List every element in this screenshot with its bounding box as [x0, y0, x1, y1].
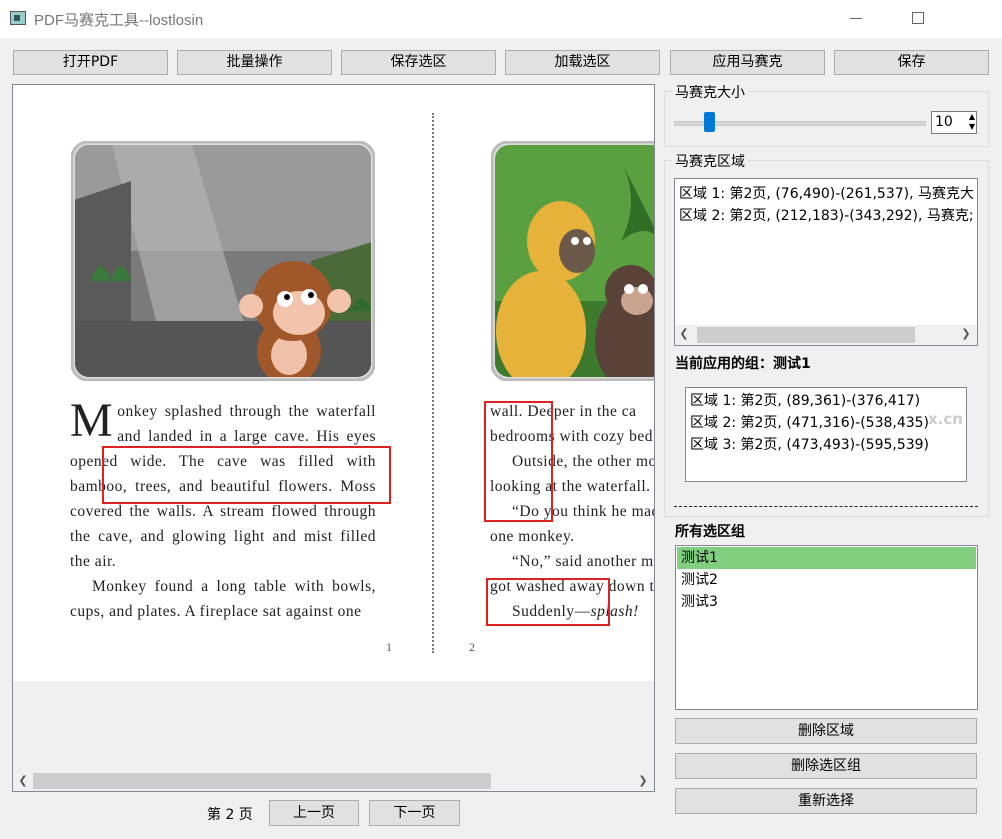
pdf-view[interactable]: Monkey splashed through the waterfall an…: [12, 84, 655, 792]
list-item: 区域 1: 第2页, (89,361)-(376,417): [690, 393, 921, 409]
scroll-right-icon[interactable]: ❯: [635, 773, 651, 789]
group-list-item[interactable]: 测试3: [677, 591, 976, 613]
horizontal-scrollbar[interactable]: ❮ ❯: [13, 771, 654, 791]
group-list-item[interactable]: 测试1: [677, 547, 976, 569]
list-item: 区域 2: 第2页, (471,316)-(538,435): [690, 415, 930, 431]
batch-operation-button[interactable]: 批量操作: [177, 50, 332, 75]
area-list-hscrollbar[interactable]: ❮ ❯: [675, 325, 977, 345]
group-list[interactable]: 测试1 测试2 测试3: [675, 545, 978, 710]
next-page-button[interactable]: 下一页: [369, 800, 460, 826]
pdf-page-spread[interactable]: Monkey splashed through the waterfall an…: [13, 85, 654, 681]
apes-illustration: [491, 141, 654, 381]
text-line: “No,” said another m: [512, 553, 654, 570]
delete-group-button[interactable]: 删除选区组: [675, 753, 977, 779]
current-group-areas: 区域 1: 第2页, (89,361)-(376,417) 区域 2: 第2页,…: [685, 387, 967, 482]
cave-monkey-illustration: [71, 141, 375, 381]
page-indicator: 第 2 页: [207, 807, 253, 823]
scrollbar-thumb[interactable]: [697, 327, 915, 343]
spin-down-icon[interactable]: ▼: [969, 122, 975, 132]
spin-up-icon[interactable]: ▲: [969, 112, 975, 122]
selection-rect-2[interactable]: [484, 401, 553, 522]
watermark: x.cn: [928, 410, 963, 428]
save-button[interactable]: 保存: [834, 50, 989, 75]
group-list-item[interactable]: 测试2: [677, 569, 976, 591]
save-selection-button[interactable]: 保存选区: [341, 50, 496, 75]
app-icon: [10, 11, 26, 25]
scrollbar-thumb[interactable]: [33, 773, 491, 789]
separator: [674, 506, 978, 507]
mosaic-size-spinbox[interactable]: 10 ▲ ▼: [931, 111, 977, 134]
list-item: 区域 3: 第2页, (473,493)-(595,539): [690, 437, 930, 453]
text-line: one monkey.: [490, 528, 575, 545]
delete-area-button[interactable]: 删除区域: [675, 718, 977, 744]
selection-rect-3[interactable]: [486, 578, 610, 626]
load-selection-button[interactable]: 加载选区: [505, 50, 660, 75]
selection-rect-1[interactable]: [102, 446, 391, 504]
scroll-right-icon[interactable]: ❯: [959, 327, 973, 340]
current-group-label: 当前应用的组：测试1: [675, 356, 811, 372]
apply-mosaic-button[interactable]: 应用马赛克: [670, 50, 825, 75]
scroll-left-icon[interactable]: ❮: [15, 773, 31, 789]
prev-page-button[interactable]: 上一页: [269, 800, 359, 826]
mosaic-size-slider-handle[interactable]: [704, 112, 715, 132]
page-number-left: 1: [386, 640, 392, 654]
left-page-text: Monkey splashed through the waterfall an…: [70, 394, 376, 621]
list-item[interactable]: 区域 1: 第2页, (76,490)-(261,537), 马赛克大: [675, 183, 977, 205]
dropcap: M: [70, 394, 114, 447]
page-number-right: 2: [469, 640, 475, 654]
maximize-icon[interactable]: [912, 12, 924, 24]
mosaic-area-label: 马赛克区域: [672, 151, 748, 171]
all-groups-label: 所有选区组: [675, 524, 745, 540]
page-divider: [432, 113, 434, 653]
window-title: PDF马赛克工具--lostlosin: [34, 12, 204, 29]
mosaic-size-label: 马赛克大小: [672, 82, 748, 102]
minimize-icon[interactable]: [850, 18, 862, 19]
mosaic-area-list[interactable]: 区域 1: 第2页, (76,490)-(261,537), 马赛克大 区域 2…: [674, 178, 978, 346]
reselect-button[interactable]: 重新选择: [675, 788, 977, 814]
scroll-left-icon[interactable]: ❮: [677, 327, 691, 340]
open-pdf-button[interactable]: 打开PDF: [13, 50, 168, 75]
spinbox-value[interactable]: 10: [935, 114, 953, 130]
list-item[interactable]: 区域 2: 第2页, (212,183)-(343,292), 马赛克;: [675, 205, 977, 227]
